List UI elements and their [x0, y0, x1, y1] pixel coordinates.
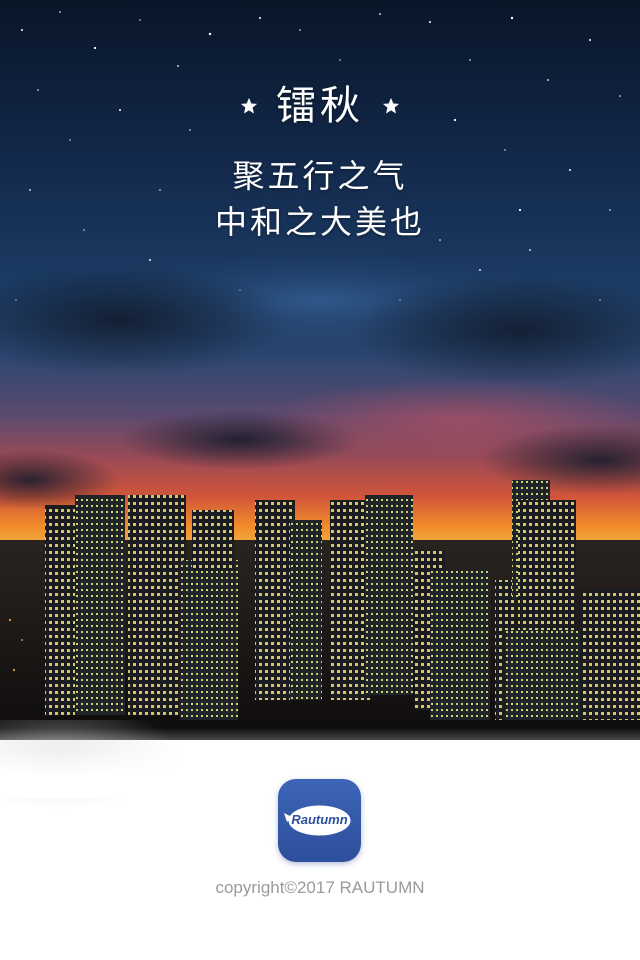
- logo-label: Rautumn: [291, 812, 348, 827]
- slogan-line-1: 聚五行之气: [232, 157, 408, 195]
- city-skyline: [0, 480, 640, 740]
- star-icon: [382, 97, 400, 114]
- title-row: 镭秋: [0, 78, 640, 134]
- app-title: 镭秋: [276, 83, 364, 129]
- rautumn-logo-icon: Rautumn: [278, 779, 361, 862]
- splash-screen: 镭秋 聚五行之气 中和之大美也 Rautumn copyright©2017 R…: [0, 0, 640, 960]
- star-icon: [240, 97, 258, 114]
- slogan-line-2: 中和之大美也: [214, 203, 425, 241]
- copyright-text: copyright©2017 RAUTUMN: [215, 878, 425, 897]
